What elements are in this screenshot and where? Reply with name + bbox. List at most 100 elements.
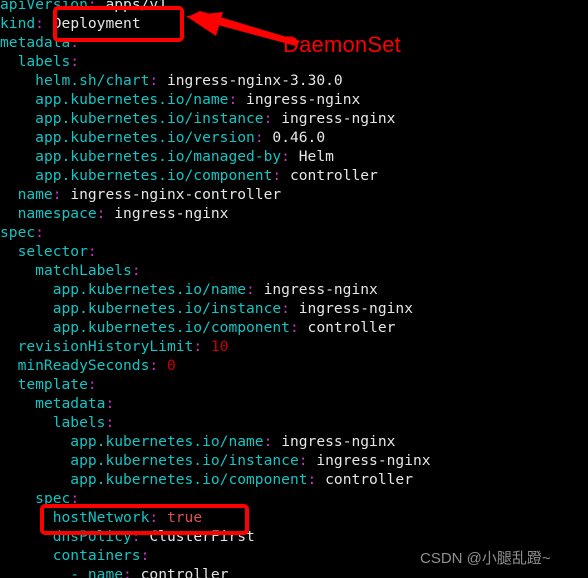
code-screenshot: apiVersion: apps/v1 kind: Deployment metad…	[0, 0, 588, 578]
yaml-key: labels	[17, 53, 71, 70]
yaml-key: app.kubernetes.io/instance	[35, 110, 264, 127]
yaml-key: app.kubernetes.io/managed-by	[35, 148, 282, 165]
yaml-value: 0.46.0	[272, 129, 326, 146]
yaml-key: matchLabels	[35, 262, 132, 279]
code-line: selector:	[0, 242, 588, 261]
yaml-key: app.kubernetes.io/name	[52, 281, 247, 298]
yaml-key: app.kubernetes.io/version	[35, 129, 255, 146]
code-line: revisionHistoryLimit: 10	[0, 337, 588, 356]
code-line: metadata:	[0, 394, 588, 413]
yaml-colon: :	[281, 148, 290, 165]
yaml-value: ingress-nginx	[281, 433, 396, 450]
yaml-colon: :	[70, 490, 80, 507]
yaml-key: selector	[17, 243, 88, 260]
yaml-colon: :	[140, 547, 150, 564]
yaml-key: labels	[52, 414, 106, 431]
yaml-key: minReadySeconds	[17, 357, 150, 374]
yaml-colon: :	[87, 0, 97, 13]
yaml-colon: :	[35, 224, 44, 241]
yaml-value: ingress-nginx	[316, 452, 431, 469]
csdn-watermark: CSDN @小腿乱蹬~	[420, 550, 551, 567]
yaml-value: ingress-nginx-controller	[70, 186, 282, 203]
yaml-value: ingress-nginx	[263, 281, 378, 298]
yaml-colon: :	[272, 167, 282, 184]
yaml-key: metadata	[0, 34, 71, 51]
code-line: minReadySeconds: 0	[0, 356, 588, 375]
yaml-colon: :	[105, 395, 115, 412]
yaml-value: ingress-nginx	[298, 300, 413, 317]
yaml-colon: :	[307, 471, 317, 488]
yaml-colon: :	[193, 338, 203, 355]
yaml-value: true	[166, 509, 203, 526]
yaml-colon: :	[105, 414, 115, 431]
code-line: app.kubernetes.io/name: ingress-nginx	[0, 280, 588, 299]
yaml-value: ingress-nginx-3.30.0	[166, 72, 343, 89]
yaml-value: 10	[210, 338, 229, 355]
yaml-key: app.kubernetes.io/component	[70, 471, 308, 488]
yaml-colon: :	[254, 129, 264, 146]
yaml-value: Deployment	[52, 15, 141, 32]
yaml-value: ingress-nginx	[281, 110, 396, 127]
yaml-colon: :	[149, 509, 159, 526]
yaml-value: ingress-nginx	[114, 205, 229, 222]
yaml-key: app.kubernetes.io/name	[35, 91, 229, 108]
code-line: app.kubernetes.io/name: ingress-nginx	[0, 90, 588, 109]
yaml-key: dnsPolicy	[52, 528, 132, 545]
yaml-key: containers	[52, 547, 141, 564]
code-line: app.kubernetes.io/managed-by: Helm	[0, 147, 588, 166]
yaml-colon: :	[289, 319, 299, 336]
yaml-value: 0	[166, 357, 176, 374]
yaml-key: helm.sh/chart	[35, 72, 150, 89]
yaml-code-block: apiVersion: apps/v1 kind: Deployment metad…	[0, 0, 588, 578]
list-dash: -	[70, 566, 88, 578]
code-line: app.kubernetes.io/name: ingress-nginx	[0, 432, 588, 451]
code-line: template:	[0, 375, 588, 394]
yaml-key: hostNetwork	[52, 509, 150, 526]
yaml-colon: :	[281, 300, 290, 317]
yaml-colon: :	[87, 376, 97, 393]
code-line: app.kubernetes.io/component: controller	[0, 318, 588, 337]
yaml-key: revisionHistoryLimit	[17, 338, 194, 355]
yaml-value: apps/v1	[105, 0, 167, 13]
yaml-colon: :	[35, 15, 44, 32]
yaml-colon: :	[131, 262, 141, 279]
yaml-colon: :	[263, 110, 273, 127]
yaml-value: controller	[325, 471, 413, 488]
yaml-key: spec	[35, 490, 71, 507]
yaml-colon: :	[298, 452, 308, 469]
yaml-colon: :	[123, 566, 132, 578]
yaml-key: app.kubernetes.io/component	[52, 319, 290, 336]
yaml-key: kind	[0, 15, 36, 32]
yaml-value: controller	[307, 319, 396, 336]
code-line: name: ingress-nginx-controller	[0, 185, 588, 204]
yaml-colon: :	[87, 243, 97, 260]
yaml-colon: :	[228, 91, 238, 108]
code-line: helm.sh/chart: ingress-nginx-3.30.0	[0, 71, 588, 90]
yaml-key: namespace	[17, 205, 97, 222]
code-line: app.kubernetes.io/component: controller	[0, 470, 588, 489]
yaml-colon: :	[149, 72, 159, 89]
yaml-value: controller	[289, 167, 378, 184]
yaml-key: apiVersion	[0, 0, 88, 13]
yaml-colon: :	[96, 205, 106, 222]
yaml-colon: :	[70, 53, 80, 70]
yaml-colon: :	[52, 186, 62, 203]
yaml-key: name	[17, 186, 53, 203]
yaml-colon: :	[246, 281, 255, 298]
code-line: app.kubernetes.io/version: 0.46.0	[0, 128, 588, 147]
daemonset-callout-label: DaemonSet	[283, 32, 401, 57]
yaml-key: app.kubernetes.io/instance	[70, 452, 299, 469]
yaml-colon: :	[131, 528, 141, 545]
yaml-key: spec	[0, 224, 36, 241]
yaml-colon: :	[149, 357, 159, 374]
yaml-value: controller	[140, 566, 229, 578]
code-line: dnsPolicy: ClusterFirst	[0, 527, 588, 546]
code-line: spec:	[0, 489, 588, 508]
code-line: namespace: ingress-nginx	[0, 204, 588, 223]
yaml-key: app.kubernetes.io/instance	[52, 300, 282, 317]
code-line: app.kubernetes.io/instance: ingress-ngin…	[0, 451, 588, 470]
yaml-colon: :	[263, 433, 273, 450]
code-line: hostNetwork: true	[0, 508, 588, 527]
yaml-key: app.kubernetes.io/component	[35, 167, 273, 184]
yaml-value: ingress-nginx	[246, 91, 361, 108]
